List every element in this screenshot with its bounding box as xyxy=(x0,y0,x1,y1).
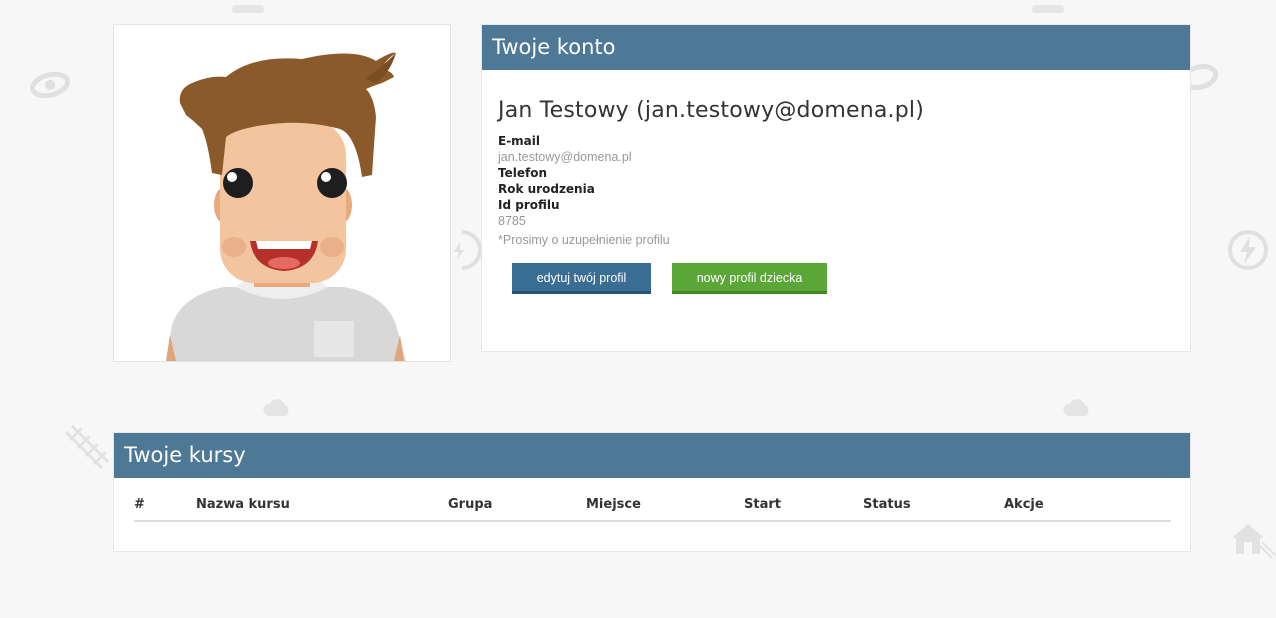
cloud-icon xyxy=(232,0,264,19)
profile-id-value: 8785 xyxy=(498,214,526,228)
lightning-icon xyxy=(62,422,110,474)
column-header-group: Grupa xyxy=(448,491,586,522)
column-header-place: Miejsce xyxy=(586,491,744,522)
courses-panel-title: Twoje kursy xyxy=(114,433,1190,478)
cloud-icon xyxy=(1062,398,1092,422)
email-value: jan.testowy@domena.pl xyxy=(498,150,632,164)
eye-icon xyxy=(28,70,72,104)
email-label: E-mail xyxy=(498,134,541,148)
column-header-number: # xyxy=(134,491,196,522)
profile-id-label: Id profilu xyxy=(498,198,560,212)
courses-panel: Twoje kursy # Nazwa kursu Grupa Miejsce … xyxy=(113,432,1191,552)
phone-label: Telefon xyxy=(498,166,547,180)
courses-table: # Nazwa kursu Grupa Miejsce Start Status… xyxy=(134,491,1171,522)
cloud-icon xyxy=(1032,0,1064,19)
account-panel-title: Twoje konto xyxy=(482,25,1190,70)
table-header-row: # Nazwa kursu Grupa Miejsce Start Status… xyxy=(134,491,1171,522)
column-header-actions: Akcje xyxy=(1004,491,1171,522)
column-header-status: Status xyxy=(863,491,1004,522)
column-header-start: Start xyxy=(744,491,863,522)
lightning-icon xyxy=(1226,228,1270,276)
avatar xyxy=(113,24,451,362)
account-panel: Twoje konto Jan Testowy (jan.testowy@dom… xyxy=(481,24,1191,352)
column-header-course-name: Nazwa kursu xyxy=(196,491,448,522)
cartoon-boy-avatar-icon xyxy=(166,52,406,361)
profile-completion-note: *Prosimy o uzupełnienie profilu xyxy=(498,233,670,247)
edit-profile-button[interactable]: edytuj twój profil xyxy=(512,263,651,294)
lightning-icon xyxy=(452,228,482,276)
user-name: Jan Testowy (jan.testowy@domena.pl) xyxy=(498,98,924,123)
birth-year-label: Rok urodzenia xyxy=(498,182,595,196)
house-icon xyxy=(1228,518,1276,562)
cloud-icon xyxy=(262,398,292,422)
new-child-profile-button[interactable]: nowy profil dziecka xyxy=(672,263,827,294)
eye-icon xyxy=(1181,62,1219,96)
